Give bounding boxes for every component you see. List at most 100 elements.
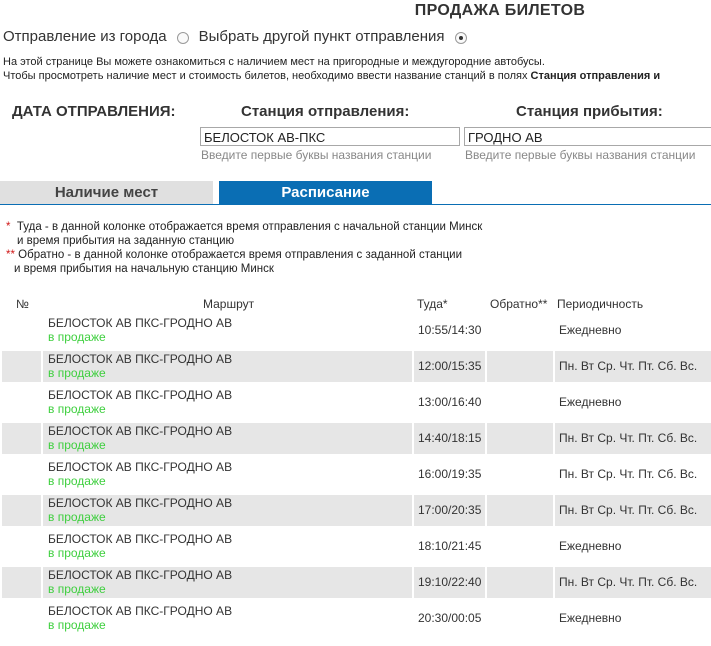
row-back-cell — [487, 351, 553, 382]
departure-city-label: Отправление из города — [3, 28, 167, 45]
row-route-cell: БЕЛОСТОК АВ ПКС-ГРОДНО АВ в продаже — [43, 315, 412, 346]
table-row: БЕЛОСТОК АВ ПКС-ГРОДНО АВ в продаже 19:10/… — [2, 567, 711, 598]
route-status[interactable]: в продаже — [48, 618, 106, 632]
table-row: БЕЛОСТОК АВ ПКС-ГРОДНО АВ в продаже 10:55/… — [2, 315, 711, 346]
route-name: БЕЛОСТОК АВ ПКС-ГРОДНО АВ — [48, 316, 233, 330]
departure-city-radio[interactable] — [176, 31, 189, 44]
page-title: ПРОДАЖА БИЛЕТОВ — [414, 2, 586, 19]
route-name: БЕЛОСТОК АВ ПКС-ГРОДНО АВ — [48, 568, 233, 582]
row-num-cell — [2, 495, 41, 526]
periodicity: Пн. Вт Ср. Чт. Пт. Сб. Вс. — [559, 503, 698, 517]
row-period-cell: Пн. Вт Ср. Чт. Пт. Сб. Вс. — [555, 351, 711, 382]
note-there: * Туда - в данной колонке отображается в… — [6, 221, 482, 233]
time-there: 16:00/19:35 — [418, 467, 482, 481]
column-header-route: Маршрут — [203, 297, 255, 311]
row-back-cell — [487, 495, 553, 526]
row-route-cell: БЕЛОСТОК АВ ПКС-ГРОДНО АВ в продаже — [43, 495, 412, 526]
row-period-cell: Пн. Вт Ср. Чт. Пт. Сб. Вс. — [555, 423, 711, 454]
row-there-cell: 13:00/16:40 — [414, 387, 485, 418]
periodicity: Пн. Вт Ср. Чт. Пт. Сб. Вс. — [559, 575, 698, 589]
departure-other-radio[interactable] — [454, 31, 467, 44]
info-line-2: Чтобы просмотреть наличие мест и стоимос… — [3, 70, 660, 82]
column-header-there: Туда* — [417, 297, 448, 311]
table-row: БЕЛОСТОК АВ ПКС-ГРОДНО АВ в продаже 13:00/… — [2, 387, 711, 418]
row-there-cell: 12:00/15:35 — [414, 351, 485, 382]
row-back-cell — [487, 315, 553, 346]
row-there-cell: 14:40/18:15 — [414, 423, 485, 454]
row-route-cell: БЕЛОСТОК АВ ПКС-ГРОДНО АВ в продаже — [43, 423, 412, 454]
departure-station-hint: Введите первые буквы названия станции — [201, 148, 432, 162]
route-name: БЕЛОСТОК АВ ПКС-ГРОДНО АВ — [48, 532, 233, 546]
table-row: БЕЛОСТОК АВ ПКС-ГРОДНО АВ в продаже 17:00/… — [2, 495, 711, 526]
time-there: 14:40/18:15 — [418, 431, 482, 445]
departure-station-label: Станция отправления: — [241, 103, 410, 120]
table-row: БЕЛОСТОК АВ ПКС-ГРОДНО АВ в продаже 18:10/… — [2, 531, 711, 562]
periodicity: Ежедневно — [559, 323, 622, 337]
departure-options: Отправление из города Выбрать другой пун… — [3, 28, 477, 45]
column-header-period: Периодичность — [557, 297, 644, 311]
departure-station-input[interactable]: БЕЛОСТОК АВ-ПКС — [200, 127, 460, 146]
periodicity: Ежедневно — [559, 539, 622, 553]
column-header-num: № — [16, 297, 29, 311]
departure-other-label: Выбрать другой пункт отправления — [198, 28, 445, 45]
time-there: 17:00/20:35 — [418, 503, 482, 517]
note-there-text-2: и время прибытия на заданную станцию — [17, 235, 235, 247]
row-back-cell — [487, 387, 553, 418]
route-status[interactable]: в продаже — [48, 546, 106, 560]
route-status[interactable]: в продаже — [48, 366, 106, 380]
route-status[interactable]: в продаже — [48, 330, 106, 344]
route-name: БЕЛОСТОК АВ ПКС-ГРОДНО АВ — [48, 496, 233, 510]
column-header-back: Обратно** — [490, 297, 548, 311]
row-back-cell — [487, 423, 553, 454]
row-period-cell: Ежедневно — [555, 315, 711, 346]
time-there: 19:10/22:40 — [418, 575, 482, 589]
table-row: БЕЛОСТОК АВ ПКС-ГРОДНО АВ в продаже 16:00/… — [2, 459, 711, 490]
periodicity: Ежедневно — [559, 611, 622, 625]
row-route-cell: БЕЛОСТОК АВ ПКС-ГРОДНО АВ в продаже — [43, 387, 412, 418]
time-there: 13:00/16:40 — [418, 395, 482, 409]
row-period-cell: Пн. Вт Ср. Чт. Пт. Сб. Вс. — [555, 459, 711, 490]
info-line-2-bold: Станция отправления и — [530, 70, 661, 82]
row-route-cell: БЕЛОСТОК АВ ПКС-ГРОДНО АВ в продаже — [43, 351, 412, 382]
row-period-cell: Ежедневно — [555, 387, 711, 418]
row-num-cell — [2, 531, 41, 562]
arrival-station-input[interactable]: ГРОДНО АВ — [464, 127, 711, 146]
periodicity: Ежедневно — [559, 395, 622, 409]
row-num-cell — [2, 459, 41, 490]
row-period-cell: Пн. Вт Ср. Чт. Пт. Сб. Вс. — [555, 495, 711, 526]
time-there: 12:00/15:35 — [418, 359, 482, 373]
row-period-cell: Пн. Вт Ср. Чт. Пт. Сб. Вс. — [555, 567, 711, 598]
tab-schedule[interactable]: Расписание — [219, 181, 432, 204]
route-name: БЕЛОСТОК АВ ПКС-ГРОДНО АВ — [48, 388, 233, 402]
row-there-cell: 18:10/21:45 — [414, 531, 485, 562]
row-period-cell: Ежедневно — [555, 531, 711, 562]
route-status[interactable]: в продаже — [48, 582, 106, 596]
row-num-cell — [2, 603, 41, 634]
route-name: БЕЛОСТОК АВ ПКС-ГРОДНО АВ — [48, 460, 233, 474]
route-status[interactable]: в продаже — [48, 438, 106, 452]
row-route-cell: БЕЛОСТОК АВ ПКС-ГРОДНО АВ в продаже — [43, 567, 412, 598]
info-line-2-text: Чтобы просмотреть наличие мест и стоимос… — [3, 70, 531, 82]
row-num-cell — [2, 567, 41, 598]
route-status[interactable]: в продаже — [48, 474, 106, 488]
route-status[interactable]: в продаже — [48, 510, 106, 524]
row-there-cell: 17:00/20:35 — [414, 495, 485, 526]
row-num-cell — [2, 423, 41, 454]
note-back: ** Обратно - в данной колонке отображает… — [6, 249, 462, 261]
note-back-text-2: и время прибытия на начальную станцию Ми… — [14, 263, 274, 275]
tab-availability[interactable]: Наличие мест — [0, 181, 213, 204]
row-route-cell: БЕЛОСТОК АВ ПКС-ГРОДНО АВ в продаже — [43, 603, 412, 634]
time-there: 10:55/14:30 — [418, 323, 482, 337]
row-period-cell: Ежедневно — [555, 603, 711, 634]
note-back-star: ** — [6, 249, 15, 261]
time-there: 18:10/21:45 — [418, 539, 482, 553]
arrival-station-hint: Введите первые буквы названия станции — [465, 148, 696, 162]
route-status[interactable]: в продаже — [48, 402, 106, 416]
tab-underline — [0, 204, 711, 205]
table-row: БЕЛОСТОК АВ ПКС-ГРОДНО АВ в продаже 14:40/… — [2, 423, 711, 454]
route-name: БЕЛОСТОК АВ ПКС-ГРОДНО АВ — [48, 352, 233, 366]
row-there-cell: 16:00/19:35 — [414, 459, 485, 490]
row-back-cell — [487, 567, 553, 598]
periodicity: Пн. Вт Ср. Чт. Пт. Сб. Вс. — [559, 431, 698, 445]
arrival-station-label: Станция прибытия: — [516, 103, 663, 120]
